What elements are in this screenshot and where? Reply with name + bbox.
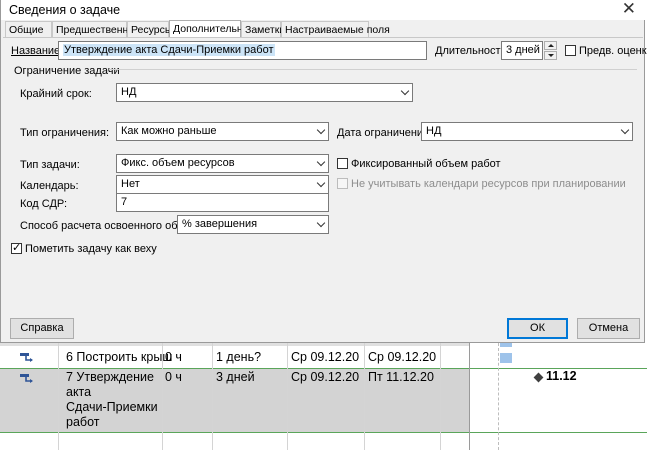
task-duration: 1 день?	[216, 350, 262, 364]
tab-custom-fields[interactable]: Настраиваемые поля	[281, 21, 390, 37]
arrow-down-icon	[548, 54, 554, 57]
task-work: 0 ч	[165, 350, 182, 364]
spin-down-button[interactable]	[544, 51, 557, 60]
ignore-calendars-label: Не учитывать календари ресурсов при план…	[351, 178, 626, 190]
milestone-diamond-icon[interactable]	[533, 372, 544, 383]
calendar-value: Нет	[121, 178, 140, 190]
table-row-selected[interactable]: 7 Утверждение акта Сдачи-Приемки работ 0…	[0, 368, 470, 432]
milestone-label: Пометить задачу как веху	[25, 243, 157, 255]
name-input-value: Утверждение акта Сдачи-Приемки работ	[63, 44, 275, 56]
ok-button[interactable]: ОК	[507, 318, 568, 339]
task-name-line: Сдачи-Приемки	[66, 400, 158, 414]
name-label-text: Название:	[11, 45, 64, 57]
constraint-date-combo[interactable]: НД	[421, 122, 633, 141]
deadline-label: Крайний срок:	[20, 88, 92, 100]
table-row[interactable]: 6 Построить крыш 0 ч 1 день? Ср 09.12.20…	[0, 346, 470, 368]
chevron-down-icon	[316, 157, 326, 167]
chevron-down-icon	[316, 178, 326, 188]
column-divider	[58, 343, 59, 450]
task-name-line: 7 Утверждение	[66, 370, 154, 384]
constraint-type-combo[interactable]: Как можно раньше	[116, 122, 329, 141]
chevron-down-icon	[316, 125, 326, 135]
milestone-date-label: 11.12	[546, 369, 577, 383]
column-divider	[162, 343, 163, 450]
checkmark-icon: ✓	[12, 242, 22, 254]
spin-up-button[interactable]	[544, 41, 557, 50]
task-start: Ср 09.12.20	[291, 370, 360, 384]
task-name-line: акта	[66, 385, 92, 399]
close-icon[interactable]: ✕	[622, 0, 636, 18]
constraint-date-value: НД	[426, 125, 442, 137]
duration-label: Длительность:	[435, 45, 510, 57]
tab-resources[interactable]: Ресурсы	[127, 21, 172, 37]
column-divider	[212, 343, 213, 450]
arrow-up-icon	[548, 44, 554, 47]
calendar-combo[interactable]: Нет	[116, 175, 329, 194]
gantt-bar[interactable]	[500, 343, 512, 347]
task-name-line: работ	[66, 415, 100, 429]
name-label: Название:	[11, 45, 63, 57]
task-name: 6 Построить крыш	[66, 350, 173, 364]
constraint-type-value: Как можно раньше	[121, 125, 217, 137]
tab-general[interactable]: Общие	[5, 21, 52, 37]
constraint-group-label: Ограничение задачи	[14, 65, 120, 77]
title-bar[interactable]: Сведения о задаче ✕	[1, 0, 646, 20]
column-divider	[440, 343, 441, 450]
task-type-combo[interactable]: Фикс. объем ресурсов	[116, 154, 329, 173]
task-work: 0 ч	[165, 370, 182, 384]
tab-advanced[interactable]: Дополнительно	[169, 20, 249, 38]
ignore-calendars-checkbox[interactable]	[337, 178, 348, 189]
milestone-checkbox[interactable]: ✓	[11, 242, 22, 254]
chevron-down-icon	[316, 218, 326, 228]
selection-line	[0, 432, 647, 433]
tab-predecessors[interactable]: Предшественники	[52, 21, 145, 37]
task-duration: 3 дней	[216, 370, 255, 384]
effort-driven-label: Фиксированный объем работ	[351, 158, 501, 170]
task-information-dialog: Сведения о задаче ✕ Общие Предшественник…	[0, 0, 647, 343]
duration-spinner[interactable]	[544, 41, 557, 60]
help-button[interactable]: Справка	[10, 318, 74, 339]
dialog-title: Сведения о задаче	[9, 3, 121, 17]
duration-input[interactable]: 3 дней	[501, 41, 543, 60]
constraint-type-label: Тип ограничения:	[20, 127, 110, 139]
cancel-button[interactable]: Отмена	[577, 318, 640, 339]
earned-value-value: % завершения	[182, 218, 258, 230]
column-divider	[364, 343, 365, 450]
calendar-label: Календарь:	[20, 180, 79, 192]
earned-value-combo[interactable]: % завершения	[177, 215, 329, 234]
chevron-down-icon	[620, 125, 630, 135]
wbs-input[interactable]: 7	[116, 193, 329, 212]
deadline-combo[interactable]: НД	[116, 83, 413, 102]
gantt-bar[interactable]	[500, 353, 512, 363]
task-indicator-icon	[20, 353, 33, 362]
estimate-label: Предв. оценка	[579, 45, 647, 57]
effort-driven-checkbox[interactable]	[337, 158, 348, 169]
tab-notes[interactable]: Заметки	[241, 21, 285, 37]
chevron-down-icon	[400, 86, 410, 96]
wbs-label: Код СДР:	[20, 198, 68, 210]
group-separator	[109, 69, 637, 70]
task-indicator-icon	[20, 374, 33, 383]
estimate-checkbox[interactable]	[565, 45, 576, 56]
name-input[interactable]: Утверждение акта Сдачи-Приемки работ	[58, 41, 427, 60]
task-type-label: Тип задачи:	[20, 159, 80, 171]
task-finish: Пт 11.12.20	[368, 370, 434, 384]
task-start: Ср 09.12.20	[291, 350, 360, 364]
deadline-value: НД	[121, 86, 137, 98]
splitter[interactable]	[469, 343, 470, 450]
column-divider	[287, 343, 288, 450]
constraint-date-label: Дата ограничения:	[337, 127, 433, 139]
task-type-value: Фикс. объем ресурсов	[121, 157, 235, 169]
task-finish: Ср 09.12.20	[368, 350, 437, 364]
